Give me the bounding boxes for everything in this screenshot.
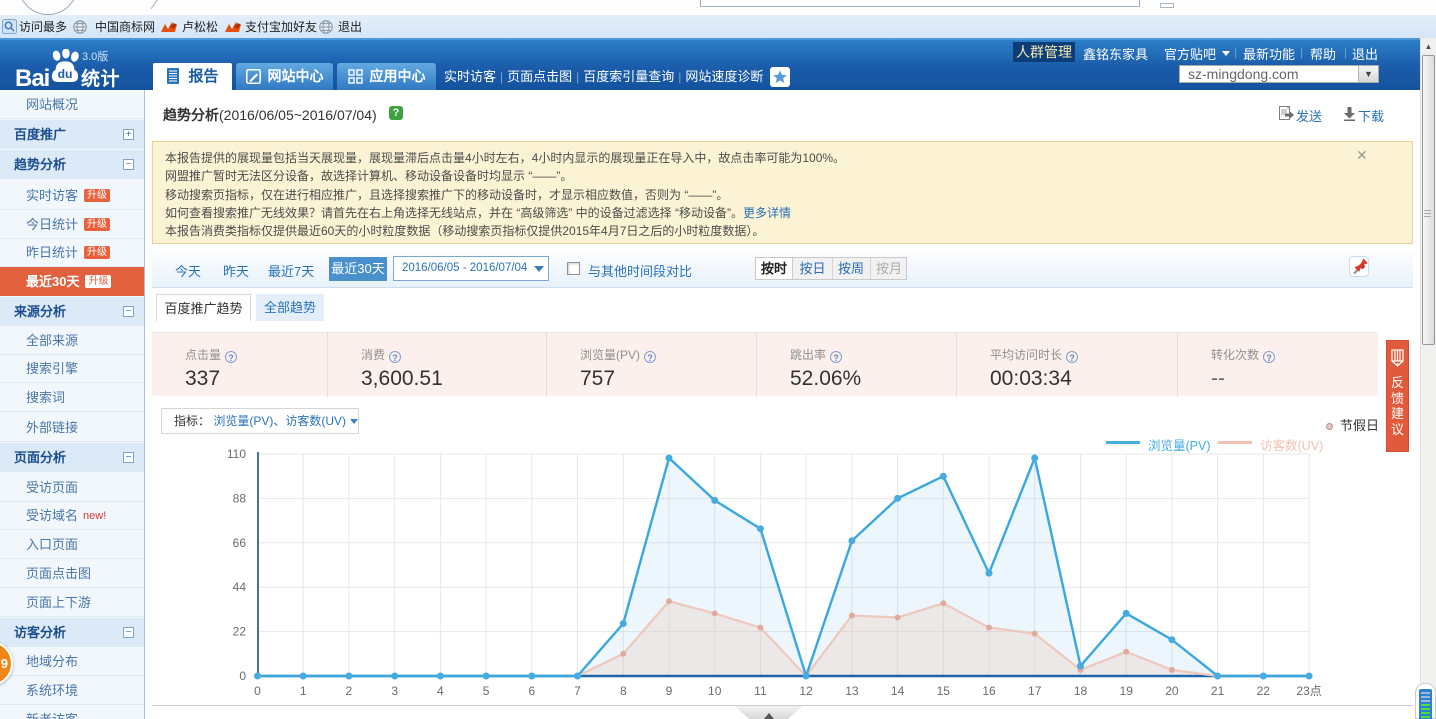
svg-text:0: 0 [254, 684, 261, 698]
svg-text:7: 7 [574, 684, 581, 698]
svg-text:21: 21 [1211, 684, 1225, 698]
svg-text:23点: 23点 [1296, 684, 1321, 698]
svg-text:15: 15 [937, 684, 951, 698]
svg-text:44: 44 [233, 580, 247, 594]
svg-text:6: 6 [528, 684, 535, 698]
svg-text:11: 11 [754, 684, 767, 698]
svg-text:22: 22 [1257, 684, 1271, 698]
svg-text:12: 12 [799, 684, 813, 698]
svg-text:20: 20 [1165, 684, 1179, 698]
svg-text:13: 13 [845, 684, 859, 698]
svg-text:4: 4 [437, 684, 444, 698]
svg-text:66: 66 [233, 536, 247, 550]
svg-text:16: 16 [982, 684, 996, 698]
svg-text:8: 8 [620, 684, 627, 698]
svg-text:17: 17 [1028, 684, 1042, 698]
svg-text:110: 110 [227, 447, 246, 461]
svg-text:2: 2 [346, 684, 353, 698]
svg-text:5: 5 [483, 684, 490, 698]
svg-text:14: 14 [891, 684, 905, 698]
svg-text:9: 9 [666, 684, 673, 698]
svg-text:1: 1 [300, 684, 307, 698]
svg-text:0: 0 [239, 669, 246, 683]
svg-text:3: 3 [391, 684, 398, 698]
svg-text:22: 22 [233, 625, 247, 639]
svg-text:18: 18 [1074, 684, 1088, 698]
svg-text:du: du [58, 67, 73, 81]
svg-text:19: 19 [1120, 684, 1134, 698]
svg-text:10: 10 [708, 684, 722, 698]
svg-text:88: 88 [233, 491, 247, 505]
